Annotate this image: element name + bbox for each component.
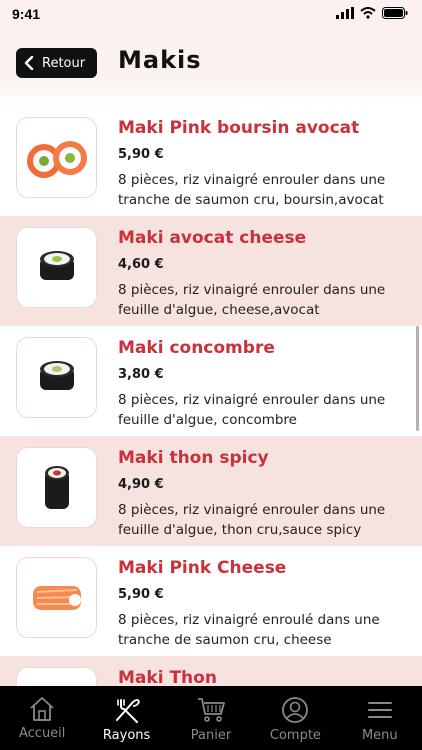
product-price: 4,60 €	[118, 257, 164, 272]
tab-label: Accueil	[18, 726, 66, 741]
battery-icon	[382, 7, 408, 19]
product-description: 8 pièces, riz vinaigré enrouler dans une…	[118, 390, 408, 430]
list-item[interactable]: Maki avocat cheese 4,60 € 8 pièces, riz …	[0, 216, 422, 326]
page-title: Makis	[118, 46, 202, 74]
hamburger-menu-icon	[367, 702, 392, 718]
scrollbar[interactable]	[416, 326, 419, 431]
list-item[interactable]: Maki Thon	[0, 656, 422, 686]
salmon-roll-icon	[32, 585, 81, 610]
tab-bar: Accueil Rayons Panier Compte Menu	[0, 686, 422, 750]
status-time: 9:41	[12, 6, 41, 22]
list-item[interactable]: Maki Pink boursin avocat 5,90 € 8 pièces…	[0, 106, 422, 216]
product-price: 4,90 €	[118, 477, 164, 492]
tab-panier[interactable]: Panier	[169, 686, 253, 750]
product-description-line: feuille d'algue, concombre	[118, 412, 297, 428]
product-description: 8 pièces, riz vinaigré enrouler dans une…	[118, 500, 408, 540]
product-name: Maki concombre	[118, 338, 275, 358]
product-price: 5,90 €	[118, 587, 164, 602]
nori-roll-icon	[39, 250, 74, 280]
product-description-line: 8 pièces, riz vinaigré enrouler dans une	[118, 392, 386, 408]
list-item[interactable]: Maki concombre 3,80 € 8 pièces, riz vina…	[0, 326, 422, 436]
nori-roll-icon	[39, 360, 74, 390]
tab-compte[interactable]: Compte	[253, 686, 337, 750]
tab-accueil[interactable]: Accueil	[0, 686, 84, 750]
product-image	[16, 447, 97, 528]
list-item[interactable]: Maki Pink Cheese 5,90 € 8 pièces, riz vi…	[0, 546, 422, 656]
product-name: Maki Pink boursin avocat	[118, 118, 360, 138]
product-description: 8 pièces, riz vinaigré enrouler dans une…	[118, 280, 408, 320]
product-price: 5,90 €	[118, 147, 164, 162]
product-list[interactable]: Maki Pink boursin avocat 5,90 € 8 pièces…	[0, 106, 422, 686]
tab-label: Panier	[190, 728, 232, 743]
product-description-line: tranche de saumon cru, cheese	[118, 632, 332, 648]
user-icon	[282, 697, 309, 723]
product-name: Maki Thon	[118, 668, 217, 686]
product-description-line: feuille d'algue, thon cru,sauce spicy	[118, 522, 362, 538]
chevron-left-icon	[24, 56, 34, 70]
tab-menu[interactable]: Menu	[338, 686, 422, 750]
tab-rayons[interactable]: Rayons	[84, 686, 168, 750]
product-image	[16, 557, 97, 638]
tab-label: Rayons	[102, 728, 151, 743]
tab-label: Compte	[269, 728, 321, 743]
product-description-line: 8 pièces, riz vinaigré enroulé dans une	[118, 612, 380, 628]
product-name: Maki Pink Cheese	[118, 558, 287, 578]
fork-knife-icon	[115, 699, 140, 723]
salmon-roll-icon	[26, 140, 87, 178]
signal-icon	[336, 7, 354, 19]
product-price: 3,80 €	[118, 367, 164, 382]
product-description: 8 pièces, riz vinaigré enroulé dans une …	[118, 610, 408, 650]
status-icons	[336, 7, 408, 19]
product-name: Maki thon spicy	[118, 448, 269, 468]
status-bar: 9:41	[0, 0, 422, 28]
list-item[interactable]: Maki thon spicy 4,90 € 8 pièces, riz vin…	[0, 436, 422, 546]
header: Retour Makis	[0, 28, 422, 106]
back-button-label: Retour	[42, 55, 86, 71]
product-description-line: 8 pièces, riz vinaigré enrouler dans une	[118, 282, 386, 298]
wifi-icon	[360, 7, 376, 19]
tab-label: Menu	[361, 728, 398, 743]
product-description-line: feuille d'algue, cheese,avocat	[118, 302, 320, 318]
product-image	[16, 667, 97, 686]
product-image	[16, 227, 97, 308]
product-image	[16, 337, 97, 418]
home-icon	[30, 697, 54, 721]
product-description-line: 8 pièces, riz vinaigré enrouler dans une	[118, 502, 386, 518]
tuna-roll-icon	[44, 465, 69, 509]
product-description: 8 pièces, riz vinaigré enrouler dans une…	[118, 170, 408, 210]
cart-icon	[198, 698, 225, 722]
back-button[interactable]: Retour	[16, 48, 97, 78]
product-name: Maki avocat cheese	[118, 228, 307, 248]
product-description-line: 8 pièces, riz vinaigré enrouler dans une	[118, 172, 386, 188]
product-image	[16, 117, 97, 198]
product-description-line: tranche de saumon cru, boursin,avocat	[118, 192, 384, 208]
